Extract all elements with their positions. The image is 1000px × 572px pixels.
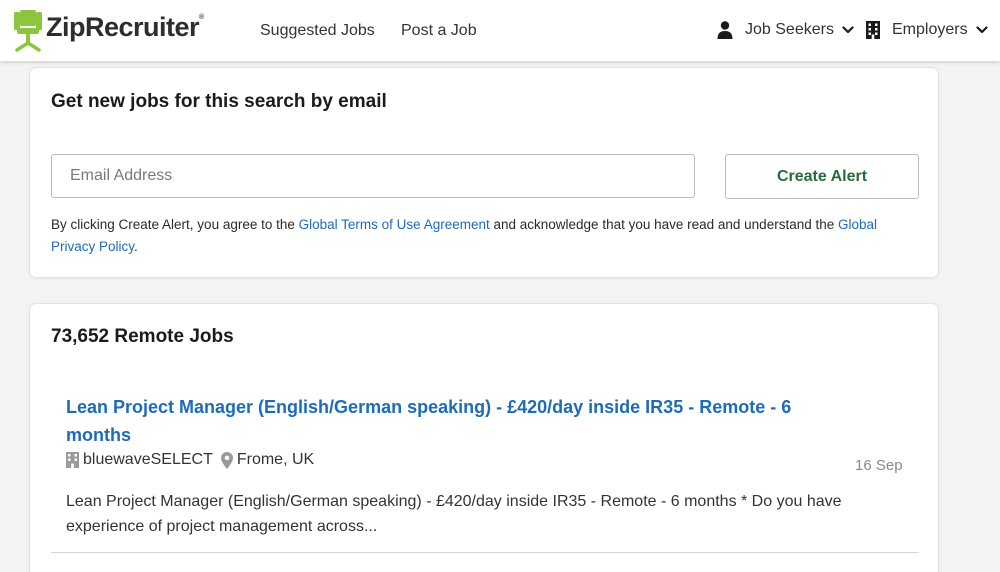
job-location-text: Frome, UK	[236, 451, 315, 468]
job-results-card: 73,652 Remote Jobs Lean Project Manager …	[29, 303, 939, 572]
job-location: Frome, UK	[220, 451, 315, 469]
ziprecruiter-logo[interactable]: ZipRecruiter®	[14, 10, 204, 52]
nav-employers-label: Employers	[892, 21, 968, 38]
chair-logo-icon	[14, 10, 42, 52]
job-title-link[interactable]: Lean Project Manager (English/German spe…	[66, 393, 826, 449]
job-snippet: Lean Project Manager (English/German spe…	[66, 493, 842, 535]
person-icon	[717, 21, 733, 39]
nav-job-seekers-label: Job Seekers	[745, 21, 834, 38]
logo-wordmark: ZipRecruiter®	[46, 11, 204, 42]
alert-disclaimer: By clicking Create Alert, you agree to t…	[51, 217, 878, 254]
chevron-down-icon	[975, 26, 988, 34]
email-alert-card: Get new jobs for this search by email Cr…	[29, 67, 939, 278]
top-nav-bar: ZipRecruiter® Suggested Jobs Post a Job …	[0, 0, 1000, 61]
job-divider	[51, 552, 919, 553]
map-pin-icon	[220, 451, 233, 469]
nav-suggested-jobs[interactable]: Suggested Jobs	[260, 22, 375, 40]
job-company-name: bluewaveSELECT	[83, 451, 213, 468]
nav-employers-dropdown[interactable]: Employers	[866, 21, 988, 39]
building-icon	[866, 21, 880, 39]
results-count-title: 73,652 Remote Jobs	[51, 326, 234, 347]
terms-of-use-link[interactable]: Global Terms of Use Agreement	[299, 217, 490, 232]
email-alert-title: Get new jobs for this search by email	[51, 91, 387, 112]
nav-job-seekers-dropdown[interactable]: Job Seekers	[717, 21, 854, 39]
building-icon	[66, 452, 79, 468]
job-company: bluewaveSELECT	[66, 451, 213, 469]
job-meta: bluewaveSELECT Frome, UK	[66, 451, 322, 469]
nav-post-a-job[interactable]: Post a Job	[401, 22, 477, 40]
email-address-input[interactable]	[51, 154, 695, 198]
create-alert-button[interactable]: Create Alert	[725, 154, 919, 199]
job-posted-date: 16 Sep	[855, 457, 903, 474]
chevron-down-icon	[842, 26, 854, 34]
